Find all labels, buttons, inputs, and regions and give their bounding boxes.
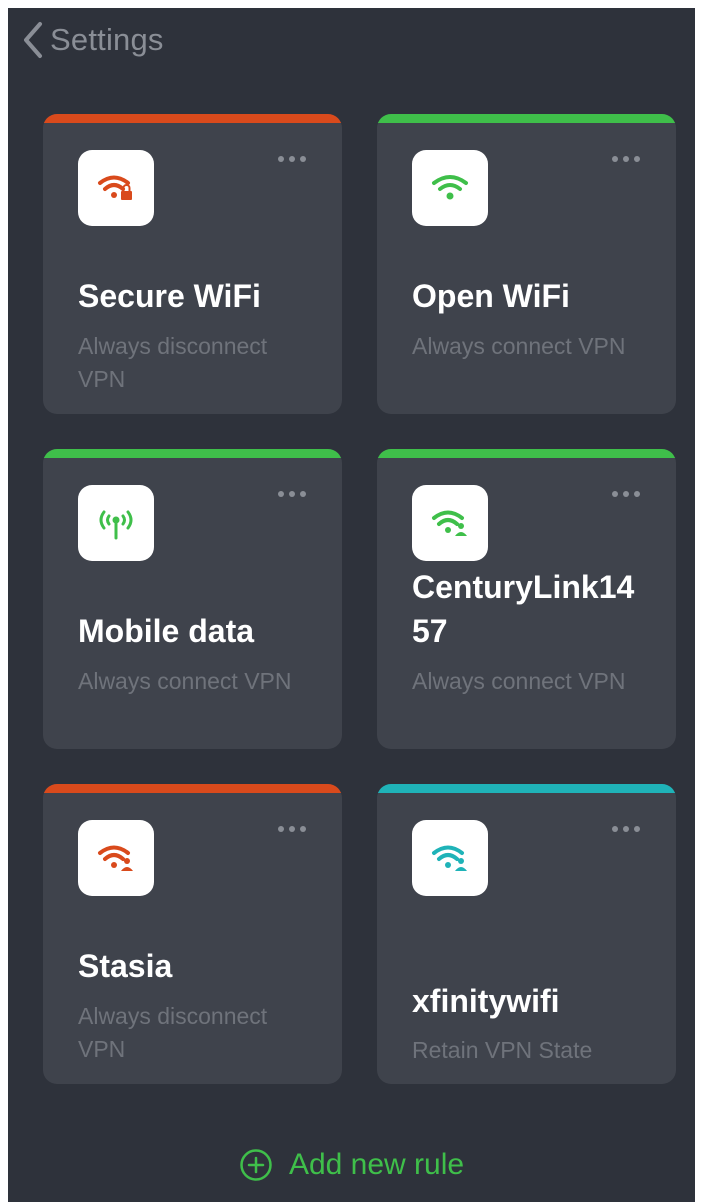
plus-circle-icon bbox=[240, 1149, 272, 1181]
rule-subtitle: Always disconnect VPN bbox=[78, 333, 268, 392]
rule-card-secure-wifi[interactable]: Secure WiFi Always disconnect VPN bbox=[43, 114, 342, 414]
wifi-icon bbox=[432, 175, 468, 200]
status-bar bbox=[43, 784, 342, 793]
more-options-button[interactable] bbox=[612, 822, 640, 836]
rule-subtitle: Retain VPN State bbox=[412, 1037, 593, 1063]
rule-card-xfinitywifi[interactable]: xfinitywifi Retain VPN State bbox=[377, 784, 676, 1084]
rule-card-open-wifi[interactable]: Open WiFi Always connect VPN bbox=[377, 114, 676, 414]
rule-subtitle: Always connect VPN bbox=[412, 333, 626, 359]
rule-icon-box bbox=[412, 820, 488, 896]
rule-subtitle: Always connect VPN bbox=[412, 668, 626, 694]
rule-icon-box bbox=[78, 820, 154, 896]
rule-card-mobile-data[interactable]: Mobile data Always connect VPN bbox=[43, 449, 342, 749]
rule-icon-box bbox=[412, 150, 488, 226]
wifi-users-icon bbox=[98, 845, 133, 871]
wifi-users-icon bbox=[432, 510, 467, 536]
rule-title: xfinitywifi bbox=[412, 983, 560, 1019]
rule-title: CenturyLink1457 bbox=[412, 569, 635, 649]
rule-icon-box bbox=[78, 150, 154, 226]
rule-title: Mobile data bbox=[78, 613, 255, 649]
status-bar bbox=[43, 114, 342, 123]
more-options-button[interactable] bbox=[612, 487, 640, 501]
more-options-button[interactable] bbox=[278, 152, 306, 166]
wifi-lock-icon bbox=[98, 175, 132, 200]
screen: Settings Secure WiFi Always disconnect V… bbox=[8, 8, 695, 1202]
rule-card-stasia[interactable]: Stasia Always disconnect VPN bbox=[43, 784, 342, 1084]
back-button[interactable]: Settings bbox=[22, 21, 164, 59]
rule-icon-box bbox=[412, 485, 488, 561]
wifi-users-icon bbox=[432, 845, 467, 871]
chevron-left-icon bbox=[24, 22, 42, 58]
add-new-rule-label: Add new rule bbox=[288, 1148, 465, 1181]
header: Settings bbox=[8, 8, 695, 72]
rule-icon-box bbox=[78, 485, 154, 561]
rule-subtitle: Always disconnect VPN bbox=[78, 1003, 268, 1062]
rule-title: Stasia bbox=[78, 948, 173, 984]
more-options-button[interactable] bbox=[612, 152, 640, 166]
cellular-antenna-icon bbox=[99, 510, 133, 540]
rule-card-centurylink[interactable]: CenturyLink1457 Always connect VPN bbox=[377, 449, 676, 749]
status-bar bbox=[377, 449, 676, 458]
more-options-button[interactable] bbox=[278, 822, 306, 836]
add-new-rule-button[interactable]: Add new rule bbox=[8, 1148, 695, 1182]
status-bar bbox=[377, 114, 676, 123]
back-label: Settings bbox=[50, 22, 164, 57]
status-bar bbox=[43, 449, 342, 458]
status-bar bbox=[377, 784, 676, 793]
rule-title: Open WiFi bbox=[412, 278, 570, 314]
rule-subtitle: Always connect VPN bbox=[78, 668, 292, 694]
rule-title: Secure WiFi bbox=[78, 278, 261, 314]
more-options-button[interactable] bbox=[278, 487, 306, 501]
